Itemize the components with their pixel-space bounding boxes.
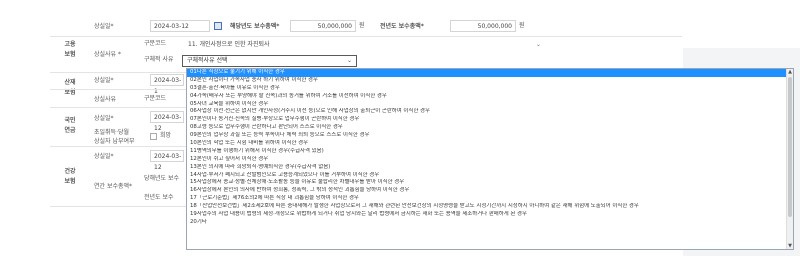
employment-loss-date-label: 상실일*: [94, 23, 114, 30]
year-total-input[interactable]: 50,000,000: [290, 20, 356, 32]
dropdown-option[interactable]: 17「근로기준법」제76조의2에 따른 직장 내 괴롭힘을 당하여 이직한 경우: [187, 195, 793, 203]
health-insurance-group: 건강 보험: [64, 168, 76, 185]
hope-checkbox[interactable]: [150, 133, 157, 140]
dropdown-option[interactable]: 06사업장 이전·전근은 없지만 개인사정(거주지 이전 등)으로 인해 사업장…: [187, 108, 793, 116]
scroll-up-icon[interactable]: ▲: [787, 69, 793, 75]
dropdown-option[interactable]: 10본인의 학업 또는 시험 대비를 위하여 이직한 경우: [187, 140, 793, 148]
dropdown-option[interactable]: 05자녀 교육을 위하여 이직한 경우: [187, 101, 793, 109]
detail-reason-select[interactable]: 구체적사유 선택 ⌄: [182, 55, 357, 67]
dropdown-option[interactable]: 02본인 사업이나 가족사업 종사 하기 위하여 이직한 경우: [187, 77, 793, 85]
dropdown-options: 01다른 직장으로 옮기기 위해 이직한 경우 02본인 사업이나 가족사업 종사…: [187, 69, 793, 227]
detail-label: 구체적 사유: [144, 56, 174, 63]
pension-loss-date-input[interactable]: 2024-03-12: [150, 111, 184, 132]
industrial-loss-date-label: 상실일*: [94, 77, 114, 84]
dropdown-option[interactable]: 07본인이나 동거친·친족의 질병·부상으로 업무수행이 곤란하여 이직한 경우: [187, 116, 793, 124]
employment-loss-date-input[interactable]: 2024-03-12: [150, 20, 210, 32]
dropdown-option[interactable]: 18「산업안전보건법」제2조제2호에 따른 중대재해가 발생한 사업장으로서 그…: [187, 203, 793, 211]
this-year-label: 당해년도 보수: [144, 175, 180, 182]
health-annual-label: 연간 보수총액*: [94, 183, 133, 190]
dropdown-option[interactable]: 16사업장에서 본인의 의사에 반하여 성희롱, 성폭력, 그 밖의 성적인 괴…: [187, 187, 793, 195]
employment-reason-label: 상실사유 *: [94, 51, 121, 58]
pension-extra-label: 초일취득·당월 상실자 납부여부: [94, 129, 135, 145]
dropdown-option[interactable]: 09본인의 업무상 과실 또는 능력 부족이나 체력 쇠퇴 등으로 스스로 이직…: [187, 132, 793, 140]
dropdown-option[interactable]: 12본인이 쉬고 싶어서 이직한 경우: [187, 156, 793, 164]
industrial-insurance-group: 산재 보험: [64, 79, 76, 96]
dropdown-option[interactable]: 01다른 직장으로 옮기기 위해 이직한 경우: [187, 69, 793, 77]
dropdown-option[interactable]: 08고령 등으로 업무수행이 곤란하다고 판단되어 스스로 이직한 경우: [187, 124, 793, 132]
prev-total-input[interactable]: 50,000,000: [450, 20, 516, 32]
calendar-icon[interactable]: [214, 22, 222, 30]
industrial-reason-label: 상실사유: [94, 96, 117, 103]
prev-year-label: 전년도 보수: [144, 194, 174, 201]
health-loss-date-input[interactable]: 2024-03-12: [150, 150, 184, 171]
health-loss-date-label: 상실일*: [94, 153, 114, 160]
unit-label: 원: [359, 22, 365, 29]
pension-loss-date-label: 상실일*: [94, 115, 114, 122]
detail-reason-dropdown[interactable]: 01다른 직장으로 옮기기 위해 이직한 경우 02본인 사업이나 가족사업 종사…: [186, 68, 794, 250]
dropdown-option[interactable]: 15사업장에서 종교·성별·신체장애·노조활동 등을 이유로 불합리한 차별대우…: [187, 179, 793, 187]
pension-group: 국민 연금: [64, 117, 76, 134]
reason-code-select[interactable]: 11. 개인사정으로 인한 자진퇴사 ⌄: [184, 38, 546, 50]
dropdown-scrollbar[interactable]: ▲ ▼: [786, 69, 793, 249]
unit-label: 원: [519, 22, 525, 29]
right-panel-header: [683, 0, 800, 48]
scroll-thumb[interactable]: [788, 77, 792, 217]
code-label: 구분코드: [144, 95, 167, 102]
row-divider: [50, 36, 682, 37]
employment-insurance-group: 고용 보험: [64, 41, 76, 58]
hope-label: 희망: [160, 132, 172, 139]
dropdown-option[interactable]: 04가족(배우자 또는 부양해야 할 친족)과의 동거를 위하여 거소를 이전하…: [187, 93, 793, 101]
dropdown-option[interactable]: 14사업·부서가 폐지되고 산발범인으로 고용승계되었으나 이를 거부하여 이직…: [187, 172, 793, 180]
prev-total-label: 전년도 보수총액*: [380, 23, 424, 30]
dropdown-option[interactable]: 03결혼·출산·육아를 이유로 이직한 경우: [187, 85, 793, 93]
dropdown-option[interactable]: 11병역의무를 이행하기 위해서 이직한 경우(수급자격 있음): [187, 148, 793, 156]
scroll-down-icon[interactable]: ▼: [787, 243, 793, 249]
industrial-loss-date-input[interactable]: 2024-03-1: [150, 74, 184, 95]
dropdown-option[interactable]: 13본인 의지에 따라 희망퇴직·명예퇴직한 경우(수급자격 없음): [187, 164, 793, 172]
dropdown-option[interactable]: 19사업주의 사업 내용이 법령의 제정·개정으로 위법하게 되거나 취업 당시…: [187, 211, 793, 219]
code-label: 구분코드: [144, 40, 167, 47]
dropdown-option[interactable]: 20기타: [187, 219, 793, 227]
